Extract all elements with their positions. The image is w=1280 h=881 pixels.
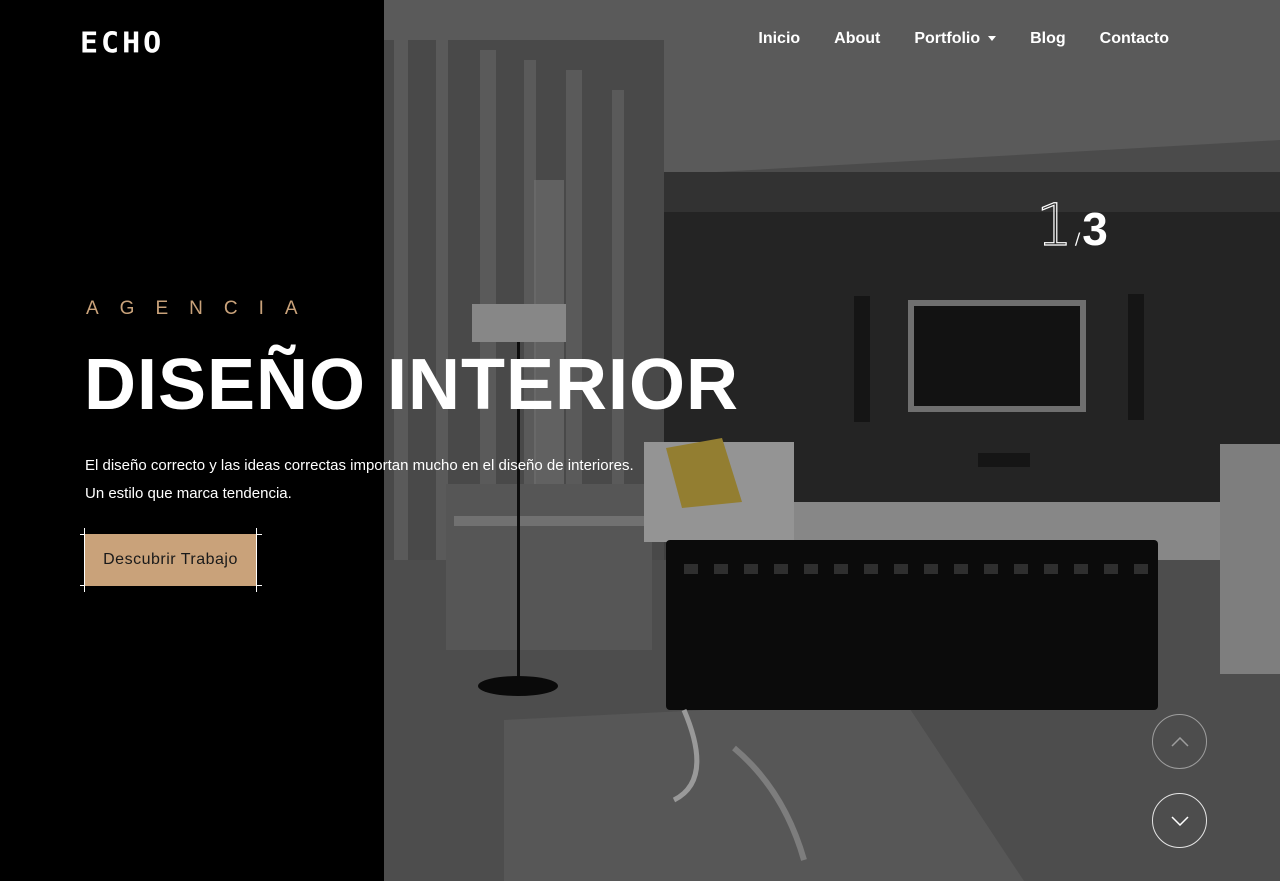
nav-item-inicio[interactable]: Inicio [758,30,800,48]
discover-work-button[interactable]: Descubrir Trabajo [85,534,256,586]
slide-total: 3 [1082,203,1108,255]
slide-current: 1 [1035,191,1073,259]
hero-description: El diseño correcto y las ideas correctas… [85,452,634,508]
nav-label: Inicio [758,30,801,47]
chevron-down-icon [1170,815,1189,826]
hero-description-line2: Un estilo que marca tendencia. [85,485,292,502]
nav-label: Blog [1030,30,1066,47]
slide-next-button[interactable] [1152,793,1207,848]
logo[interactable]: ECHO [80,27,164,60]
left-panel [0,0,384,881]
cta-frame: Descubrir Trabajo [80,528,262,592]
living-room-image [384,0,1280,881]
nav-label: About [834,30,881,47]
nav-label: Contacto [1099,30,1169,47]
nav-item-portfolio[interactable]: Portfolio [914,30,997,48]
nav-item-contacto[interactable]: Contacto [1100,30,1169,48]
hero-headline: DISEÑO INTERIOR [84,345,740,425]
cta-frame-line [256,528,257,592]
slide-separator: / [1074,229,1081,248]
caret-down-icon [988,35,997,41]
chevron-up-icon [1170,736,1189,747]
nav-label: Portfolio [914,30,981,47]
slide-prev-button[interactable] [1152,714,1207,769]
nav-item-about[interactable]: About [834,30,880,48]
slide-counter: 1 / 3 [1035,191,1108,259]
main-nav: Inicio About Portfolio Blog Contacto [758,30,1169,48]
hero-description-line1: El diseño correcto y las ideas correctas… [85,457,634,474]
hero-image [384,0,1280,881]
hero-eyebrow: AGENCIA [86,298,319,319]
nav-item-blog[interactable]: Blog [1030,30,1066,48]
